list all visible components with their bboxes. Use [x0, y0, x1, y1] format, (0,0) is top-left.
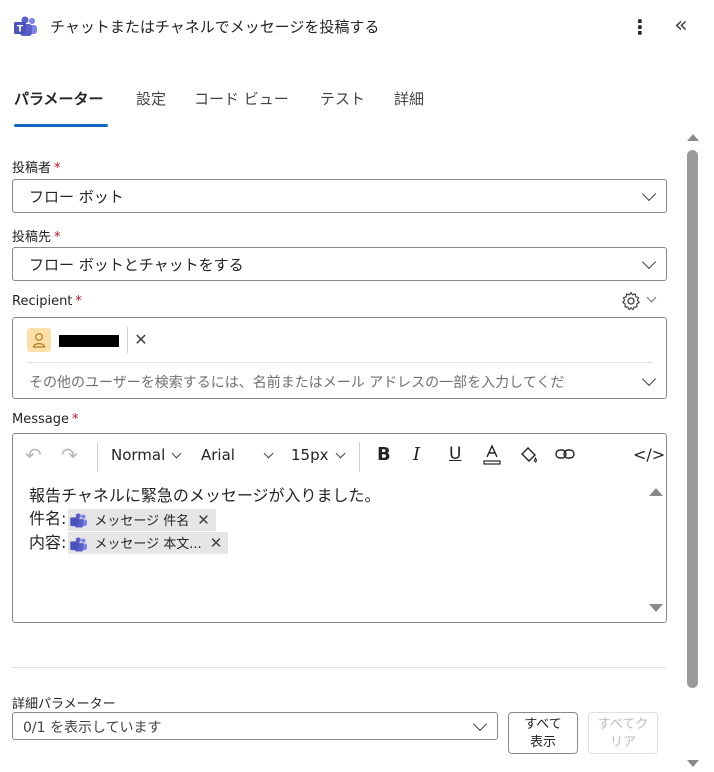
editor-scrollbar[interactable] — [647, 484, 665, 616]
dynamic-content-token[interactable]: メッセージ 件名 ✕ — [68, 508, 216, 531]
redacted-name — [59, 335, 119, 347]
svg-text:T: T — [17, 25, 24, 35]
tab-details[interactable]: 詳細 — [394, 88, 424, 109]
post-in-label: 投稿先 * — [12, 230, 61, 245]
divider — [27, 362, 653, 363]
link-icon[interactable] — [555, 447, 575, 465]
post-as-label: 投稿者 * — [12, 161, 61, 176]
scroll-down-icon[interactable] — [649, 604, 663, 612]
message-line-3: 内容: メッセージ 本文... ✕ — [29, 531, 381, 554]
font-size-select[interactable]: 15px — [291, 446, 345, 464]
undo-icon[interactable]: ↶ — [25, 443, 42, 467]
editor-toolbar: ↶ ↷ Normal Arial 15px B I U </> — [13, 434, 666, 480]
toolbar-divider — [359, 442, 360, 472]
collapse-panel-icon[interactable]: « — [668, 14, 694, 40]
italic-icon[interactable]: I — [413, 444, 420, 465]
scroll-up-icon[interactable] — [649, 488, 663, 496]
font-color-icon[interactable] — [483, 444, 501, 470]
bold-icon[interactable]: B — [377, 444, 391, 465]
panel-scrollbar[interactable] — [684, 132, 702, 772]
chevron-down-icon — [641, 254, 657, 270]
close-icon[interactable]: ✕ — [210, 534, 223, 552]
post-in-dropdown[interactable]: フロー ボットとチャットをする — [12, 247, 667, 281]
show-all-button[interactable]: すべて 表示 — [508, 712, 578, 754]
teams-logo-icon: T — [14, 16, 38, 38]
underline-icon[interactable]: U — [449, 444, 461, 464]
message-editor[interactable]: ↶ ↷ Normal Arial 15px B I U </> 報告チャネルに緊… — [12, 433, 667, 623]
chevron-down-icon[interactable] — [641, 371, 657, 387]
post-as-dropdown[interactable]: フロー ボット — [12, 179, 667, 213]
advanced-parameters-value: 0/1 を表示しています — [23, 720, 162, 736]
clear-all-button[interactable]: すべてク リア — [588, 712, 658, 754]
teams-icon — [70, 536, 88, 553]
post-in-value: フロー ボットとチャットをする — [29, 256, 244, 274]
advanced-parameters-dropdown[interactable]: 0/1 を表示しています — [12, 712, 498, 740]
tab-settings[interactable]: 設定 — [136, 88, 166, 109]
post-as-value: フロー ボット — [29, 188, 124, 206]
code-view-icon[interactable]: </> — [633, 445, 665, 464]
recipient-chip: ✕ — [27, 327, 154, 354]
highlight-color-icon[interactable] — [519, 445, 539, 469]
close-icon[interactable]: ✕ — [127, 327, 154, 353]
toolbar-divider — [97, 442, 98, 472]
chevron-down-icon[interactable] — [646, 292, 657, 303]
chevron-down-icon — [641, 186, 657, 202]
gear-icon[interactable] — [620, 290, 642, 312]
recipient-search-input[interactable]: その他のユーザーを検索するには、名前またはメール アドレスの一部を入力してくだ — [29, 372, 564, 392]
scroll-thumb[interactable] — [687, 150, 698, 688]
recipient-field[interactable]: ✕ その他のユーザーを検索するには、名前またはメール アドレスの一部を入力してく… — [12, 317, 667, 399]
message-content[interactable]: 報告チャネルに緊急のメッセージが入りました。 件名: メッセージ 件名 ✕ 内容: メ… — [29, 484, 381, 554]
redo-icon[interactable]: ↷ — [61, 443, 78, 467]
message-label: Message * — [12, 412, 79, 427]
tab-code-view[interactable]: コード ビュー — [194, 88, 289, 109]
scroll-down-icon[interactable] — [687, 760, 699, 767]
font-family-select[interactable]: Arial — [201, 446, 274, 464]
chevron-down-icon — [472, 716, 488, 732]
more-options-icon[interactable]: ⋮ — [630, 14, 650, 40]
close-icon[interactable]: ✕ — [197, 511, 210, 529]
teams-icon — [70, 513, 88, 529]
paragraph-format-select[interactable]: Normal — [111, 446, 182, 464]
active-tab-indicator — [14, 124, 108, 127]
scroll-up-icon[interactable] — [687, 134, 699, 141]
tab-parameters[interactable]: パラメーター — [14, 88, 104, 109]
section-divider — [12, 667, 666, 668]
message-line-2: 件名: メッセージ 件名 ✕ — [29, 507, 381, 531]
dynamic-content-token[interactable]: メッセージ 本文... ✕ — [68, 532, 229, 554]
person-icon — [27, 328, 51, 352]
recipient-label: Recipient * — [12, 294, 82, 309]
page-title: チャットまたはチャネルでメッセージを投稿する — [50, 18, 380, 36]
message-line-1: 報告チャネルに緊急のメッセージが入りました。 — [29, 486, 381, 505]
tab-test[interactable]: テスト — [320, 88, 365, 109]
advanced-parameters-label: 詳細パラメーター — [12, 697, 116, 712]
